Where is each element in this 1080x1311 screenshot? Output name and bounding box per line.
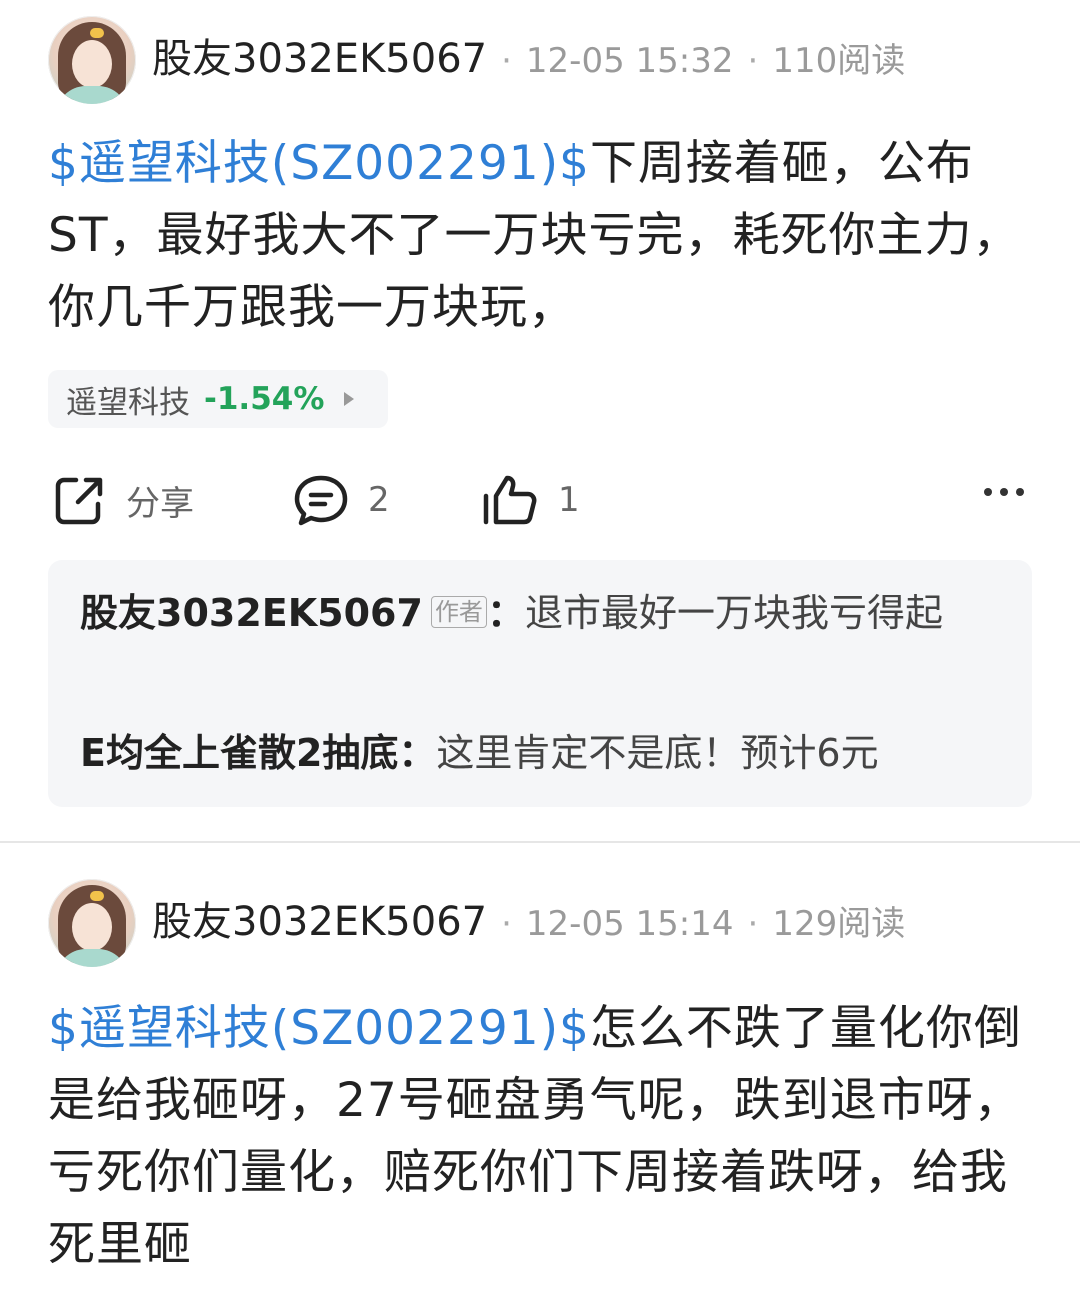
comment-text: 退市最好一万块我亏得起 (524, 591, 943, 635)
stock-chip[interactable]: 遥望科技 -1.54% (48, 370, 388, 428)
comment-text: 这里肯定不是底！预计6元 (436, 731, 879, 775)
read-count: 110阅读 (772, 41, 906, 81)
comment-icon (294, 475, 348, 526)
separator: · (501, 904, 512, 944)
like-button[interactable]: 1 (480, 460, 580, 540)
comment-colon: ： (486, 591, 525, 635)
comment-item[interactable]: E均全上雀散2抽底：这里肯定不是底！预计6元 (80, 724, 1000, 782)
comment-item[interactable]: 股友3032EK5067 作者 ：退市最好一万块我亏得起 (80, 584, 1000, 642)
username[interactable]: 股友3032EK5067 (152, 36, 487, 82)
stock-chip-name: 遥望科技 (66, 384, 190, 421)
stock-link[interactable]: $遥望科技(SZ002291)$ (48, 136, 590, 191)
action-bar: 分享 2 1 (0, 460, 1080, 540)
stock-link[interactable]: $遥望科技(SZ002291)$ (48, 1001, 590, 1056)
post-card[interactable]: 股友3032EK5067 · 12-05 15:14 · 129阅读 $遥望科技(SZ0… (0, 843, 1080, 1311)
comment-author[interactable]: 股友3032EK5067 (80, 591, 423, 635)
avatar[interactable] (48, 879, 136, 967)
comment-preview[interactable]: 股友3032EK5067 作者 ：退市最好一万块我亏得起 E均全上雀散2抽底：这里肯… (48, 560, 1032, 807)
separator: · (747, 904, 759, 944)
post-meta: 股友3032EK5067 · 12-05 15:32 · 110阅读 (152, 34, 905, 92)
post-time: 12-05 15:32 (525, 41, 734, 81)
read-count: 129阅读 (772, 904, 906, 944)
separator: · (501, 41, 512, 81)
post-header: 股友3032EK5067 · 12-05 15:32 · 110阅读 (48, 16, 1048, 106)
share-icon (55, 477, 103, 525)
comment-button[interactable]: 2 (292, 460, 390, 540)
post-content[interactable]: $遥望科技(SZ002291)$怎么不跌了量化你倒是给我砸呀，27号砸盘勇气呢，… (48, 993, 1038, 1281)
post-header: 股友3032EK5067 · 12-05 15:14 · 129阅读 (48, 879, 1048, 969)
like-icon (483, 475, 537, 525)
username[interactable]: 股友3032EK5067 (152, 899, 487, 945)
post-time: 12-05 15:14 (525, 904, 734, 944)
comment-colon: ： (398, 731, 437, 775)
share-button[interactable]: 分享 (52, 460, 194, 540)
post-meta: 股友3032EK5067 · 12-05 15:14 · 129阅读 (152, 897, 905, 955)
comment-count: 2 (368, 480, 390, 520)
separator: · (747, 41, 759, 81)
author-badge: 作者 (430, 596, 487, 628)
post-card[interactable]: 股友3032EK5067 · 12-05 15:32 · 110阅读 $遥望科技(SZ0… (0, 0, 1080, 842)
avatar[interactable] (48, 16, 136, 104)
chevron-right-icon (344, 392, 355, 406)
like-count: 1 (558, 480, 580, 520)
post-content[interactable]: $遥望科技(SZ002291)$下周接着砸，公布ST，最好我大不了一万块亏完，耗… (48, 128, 1038, 344)
more-icon[interactable] (984, 488, 1024, 496)
share-label: 分享 (126, 483, 194, 524)
stock-chip-change: -1.54% (204, 381, 325, 417)
comment-author[interactable]: E均全上雀散2抽底 (80, 731, 398, 775)
